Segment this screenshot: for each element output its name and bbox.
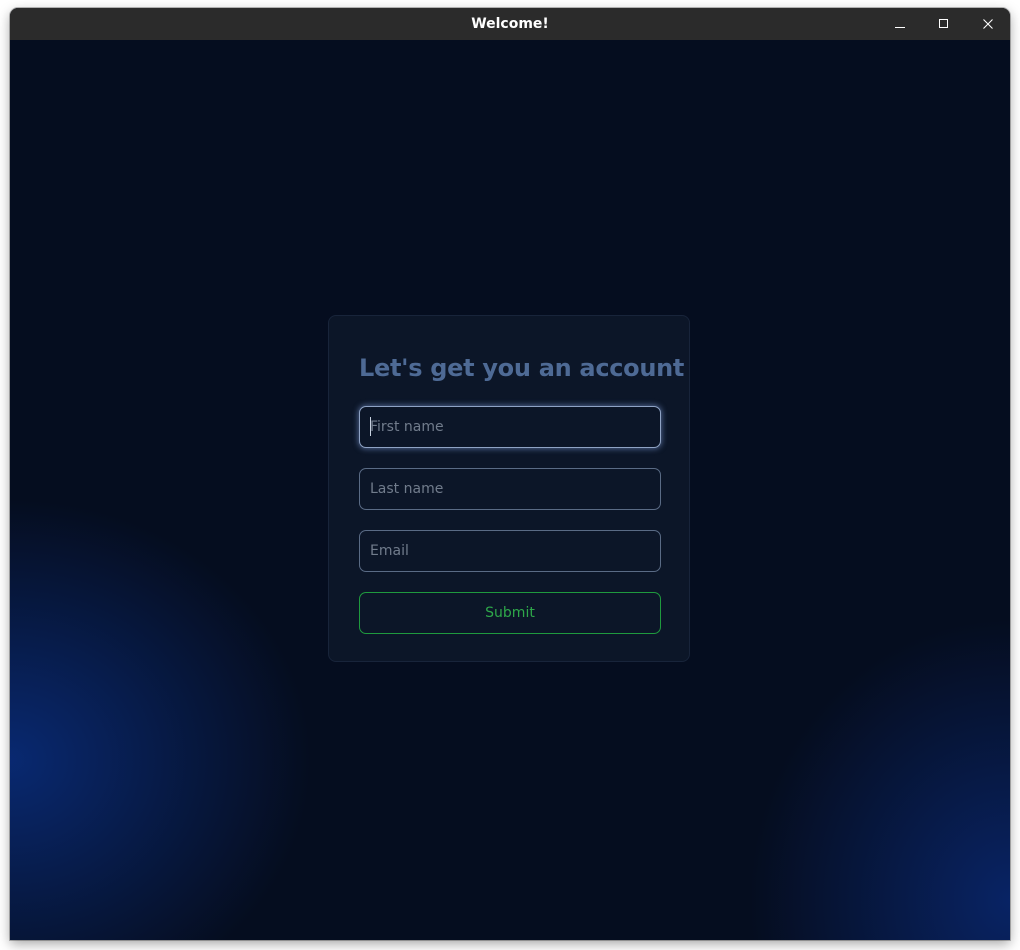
last-name-input[interactable] (359, 468, 661, 510)
maximize-icon (939, 19, 948, 28)
title-bar[interactable]: Welcome! (10, 8, 1010, 40)
window-content: Let's get you an account Submit (10, 40, 1010, 940)
first-name-input[interactable] (359, 406, 661, 448)
submit-button[interactable]: Submit (359, 592, 661, 634)
text-caret (370, 417, 371, 436)
app-window: Welcome! Let's get you an account Su (10, 8, 1010, 940)
minimize-icon (895, 27, 905, 28)
close-icon (983, 19, 993, 29)
maximize-button[interactable] (922, 8, 966, 40)
signup-card: Let's get you an account Submit (328, 315, 690, 662)
close-button[interactable] (966, 8, 1010, 40)
minimize-button[interactable] (878, 8, 922, 40)
form-heading: Let's get you an account (359, 354, 685, 382)
window-title: Welcome! (471, 16, 549, 32)
email-input[interactable] (359, 530, 661, 572)
